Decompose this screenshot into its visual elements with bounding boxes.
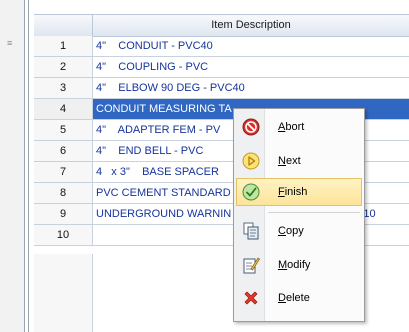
menu-item-delete[interactable]: Delete bbox=[236, 284, 362, 312]
row-number: 10 bbox=[34, 225, 93, 245]
item-description[interactable]: 4" CONDUIT - PVC40 bbox=[96, 36, 409, 56]
row-number: 6 bbox=[34, 141, 93, 161]
row-number-header[interactable] bbox=[34, 15, 93, 36]
divider bbox=[24, 0, 25, 332]
row-number: 2 bbox=[34, 57, 93, 77]
menu-separator bbox=[268, 212, 360, 213]
menu-item-label: Copy bbox=[278, 225, 304, 237]
item-description[interactable]: 4" ELBOW 90 DEG - PVC40 bbox=[96, 78, 409, 98]
row-number: 7 bbox=[34, 162, 93, 182]
left-margin: ≡ bbox=[0, 0, 24, 332]
row-number: 3 bbox=[34, 78, 93, 98]
item-description[interactable]: 4" COUPLING - PVC bbox=[96, 57, 409, 77]
abort-icon bbox=[242, 118, 260, 136]
row-number: 8 bbox=[34, 183, 93, 203]
modify-icon bbox=[243, 257, 260, 274]
menu-item-label: Next bbox=[278, 155, 301, 167]
menu-item-finish[interactable]: Finish bbox=[236, 178, 362, 206]
context-menu: Abort Next Finish Copy Modify Delete bbox=[233, 108, 365, 322]
row-number: 9 bbox=[34, 204, 93, 224]
table-row[interactable]: 1 4" CONDUIT - PVC40 bbox=[34, 36, 409, 57]
row-number: 5 bbox=[34, 120, 93, 140]
menu-item-label: Modify bbox=[278, 259, 311, 271]
table-row[interactable]: 2 4" COUPLING - PVC bbox=[34, 57, 409, 78]
row-number: 1 bbox=[34, 36, 93, 56]
menu-item-label: Delete bbox=[278, 292, 310, 304]
menu-item-label: Finish bbox=[278, 186, 308, 198]
finish-icon bbox=[242, 183, 260, 201]
menu-item-label: Abort bbox=[278, 121, 305, 133]
menu-item-next[interactable]: Next bbox=[236, 147, 362, 175]
row-number: 4 bbox=[34, 99, 93, 119]
copy-icon bbox=[243, 222, 259, 240]
menu-item-copy[interactable]: Copy bbox=[236, 217, 362, 245]
menu-item-abort[interactable]: Abort bbox=[236, 113, 362, 141]
delete-icon bbox=[244, 291, 258, 305]
item-description-header[interactable]: Item Description bbox=[93, 15, 409, 36]
grip-icon: ≡ bbox=[7, 38, 13, 48]
grid-header: Item Description bbox=[34, 14, 409, 37]
divider bbox=[28, 0, 29, 332]
table-row[interactable]: 3 4" ELBOW 90 DEG - PVC40 bbox=[34, 78, 409, 99]
row-number-column-empty bbox=[34, 254, 93, 332]
menu-item-modify[interactable]: Modify bbox=[236, 251, 362, 279]
next-icon bbox=[242, 152, 260, 170]
